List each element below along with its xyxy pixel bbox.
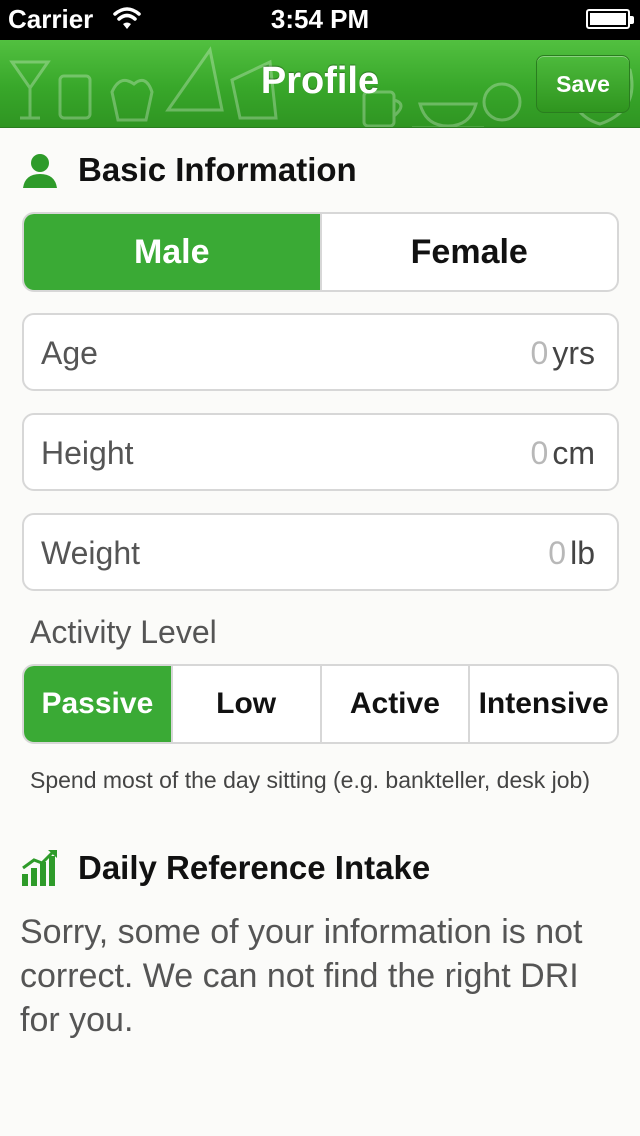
activity-option-active[interactable]: Active (319, 666, 469, 742)
dri-error-message: Sorry, some of your information is not c… (20, 913, 583, 1039)
activity-description: Spend most of the day sitting (e.g. bank… (30, 767, 590, 793)
age-field[interactable]: Age 0 yrs (22, 313, 619, 391)
height-field[interactable]: Height 0 cm (22, 413, 619, 491)
age-label: Age (41, 335, 98, 371)
weight-label: Weight (41, 535, 141, 571)
age-unit: yrs (552, 335, 595, 371)
activity-option-low[interactable]: Low (170, 666, 320, 742)
activity-segmented-control: Passive Low Active Intensive (22, 664, 619, 744)
height-label: Height (41, 435, 134, 471)
navigation-bar: Profile Save (0, 40, 640, 128)
clock-label: 3:54 PM (270, 4, 370, 34)
weight-unit: lb (570, 535, 595, 571)
section-title-basic-info: Basic Information (78, 151, 357, 188)
dri-header: Daily Reference Intake (20, 848, 430, 888)
gender-option-female[interactable]: Female (319, 214, 618, 290)
bar-chart-icon (22, 849, 57, 886)
save-button[interactable]: Save (536, 55, 630, 113)
gender-segmented-control: Male Female (22, 212, 619, 292)
person-icon (23, 154, 57, 188)
age-value: 0 (530, 335, 549, 371)
height-value: 0 (530, 435, 549, 471)
section-title-dri: Daily Reference Intake (78, 849, 431, 886)
height-unit: cm (552, 435, 595, 471)
battery-icon (586, 9, 634, 29)
activity-option-intensive[interactable]: Intensive (468, 666, 617, 742)
weight-field[interactable]: Weight 0 lb (22, 513, 619, 591)
activity-option-passive[interactable]: Passive (24, 666, 171, 742)
activity-level-label: Activity Level (30, 614, 217, 650)
gender-option-male[interactable]: Male (24, 214, 320, 290)
weight-value: 0 (548, 535, 567, 571)
status-bar: Carrier 3:54 PM (0, 0, 640, 40)
basic-info-header: Basic Information (20, 150, 357, 190)
